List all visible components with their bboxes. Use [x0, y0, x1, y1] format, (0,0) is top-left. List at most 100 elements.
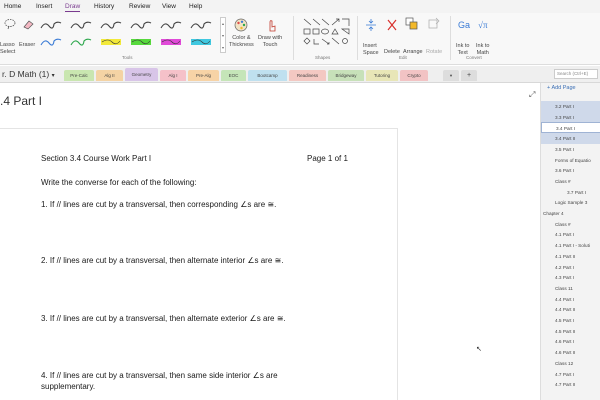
page-list-item[interactable]: Chapter 4 [541, 208, 600, 219]
section-tab-readiness[interactable]: Readiness [289, 70, 326, 81]
eraser-icon[interactable] [22, 18, 34, 30]
more-sections-chevron-icon[interactable]: ▾ [443, 70, 459, 81]
section-tab-bootcamp[interactable]: Bootcamp [248, 70, 287, 81]
doc-item-3: 3. If // lines are cut by a transversal,… [41, 314, 286, 323]
color-thickness-button[interactable]: Color & Thickness [229, 35, 254, 49]
pen-swatch[interactable] [130, 35, 152, 49]
page-list-pane: + Add Page 3.2 Part I 3.3 Part I 3.4 Part … [540, 83, 600, 400]
draw-with-touch-button[interactable]: Draw with Touch [258, 35, 282, 49]
ribbon-divider [357, 16, 358, 60]
insert-space-button[interactable]: Insert Space [363, 43, 379, 57]
section-tab-pre-alg[interactable]: Pre-Alg [188, 70, 219, 81]
ink-to-math-icon[interactable]: √π [477, 18, 491, 32]
pen-swatch[interactable] [70, 35, 92, 49]
page-list-item[interactable]: 3.6 Part I [541, 165, 600, 176]
section-tab-alg-i[interactable]: Alg I [160, 70, 186, 81]
doc-header-page: Page 1 of 1 [307, 154, 348, 163]
section-tab-pre-calc[interactable]: Pre-Calc [64, 70, 94, 81]
page-list-item[interactable]: 4.5 Part II [541, 326, 600, 337]
doc-instructions: Write the converse for each of the follo… [41, 178, 197, 187]
pen-swatch[interactable] [70, 18, 92, 32]
page-list-item[interactable]: Forms of Equatio [541, 155, 600, 166]
pen-swatch[interactable] [190, 18, 212, 32]
page-list-item[interactable]: 4.1 Part II [541, 251, 600, 262]
page-list-item[interactable]: 3.4 Part II [541, 133, 600, 145]
page-list-item[interactable]: 4.1 Part I [541, 229, 600, 240]
page-list-item[interactable]: 4.6 Part II [541, 347, 600, 358]
delete-button[interactable]: Delete [384, 49, 400, 56]
menu-draw[interactable]: Draw [65, 3, 81, 12]
pen-swatch[interactable] [100, 18, 122, 32]
doc-item-4: 4. If // lines are cut by a transversal,… [41, 371, 278, 380]
menu-insert[interactable]: Insert [36, 3, 52, 10]
page-list-item[interactable]: 4.7 Part I [541, 369, 600, 380]
mouse-cursor-icon: ↖ [476, 346, 482, 353]
ink-to-text-icon[interactable]: Ga [457, 18, 471, 32]
search-input[interactable]: Search (Ctrl+E) [554, 69, 598, 79]
ribbon-divider [293, 16, 294, 60]
page-list-item[interactable]: 4.7 Part II [541, 379, 600, 390]
page-list-item[interactable]: 4.3 Part I [541, 272, 600, 283]
menu-help[interactable]: Help [189, 3, 202, 10]
pen-swatch[interactable] [130, 18, 152, 32]
chevron-down-icon: ▾ [51, 73, 55, 79]
eraser-button[interactable]: Eraser [19, 42, 35, 49]
expand-icon[interactable]: ⤢ [529, 90, 535, 100]
section-tab-crypto[interactable]: Crypto [400, 70, 428, 81]
section-tab-eoc[interactable]: EOC [221, 70, 246, 81]
menu-home[interactable]: Home [4, 3, 21, 10]
page-list-item[interactable]: Class # [541, 176, 600, 187]
pen-icon [190, 21, 212, 29]
pen-swatch[interactable] [100, 35, 122, 49]
page-list-item[interactable]: 4.1 Part I - Soluti [541, 240, 600, 251]
page-list-item[interactable]: 3.7 Part I [541, 187, 600, 198]
page-list-item[interactable]: 4.6 Part I [541, 336, 600, 347]
page-list-item[interactable]: 3.2 Part I [541, 101, 600, 112]
rotate-icon[interactable] [427, 17, 441, 31]
delete-icon[interactable] [386, 18, 398, 32]
menu-history[interactable]: History [94, 3, 114, 10]
page-list-item[interactable]: Logic Sample 3 [541, 197, 600, 208]
page-list-item[interactable]: 3.3 Part I [541, 111, 600, 123]
pen-icon [160, 21, 182, 29]
add-section-button[interactable]: + [461, 70, 477, 81]
page-title[interactable]: .4 Part I [0, 94, 42, 108]
page-list-item[interactable]: Class 12 [541, 358, 600, 369]
page-list-item[interactable]: 4.5 Part I [541, 315, 600, 326]
rotate-button[interactable]: Rotate [426, 49, 442, 56]
pen-icon [40, 21, 62, 29]
section-tab-tutoring[interactable]: Tutoring [366, 70, 398, 81]
add-page-button[interactable]: + Add Page [547, 85, 576, 91]
plus-icon: + [547, 85, 551, 91]
pen-swatch[interactable] [160, 18, 182, 32]
pen-swatch[interactable] [40, 35, 62, 49]
page-list-item[interactable]: 4.2 Part I [541, 262, 600, 273]
group-shapes-label: Shapes [315, 55, 331, 60]
add-page-label: Add Page [551, 85, 576, 91]
section-tab-bridgeway[interactable]: Bridgeway [328, 70, 364, 81]
menu-view[interactable]: View [162, 3, 176, 10]
lasso-select-button[interactable]: Lasso Select [0, 42, 15, 56]
section-tab-geometry[interactable]: Geometry [125, 68, 158, 81]
page-list-item[interactable]: 3.4 Part I [541, 122, 600, 134]
notebook-name[interactable]: r. D Math (1) ▾ [2, 69, 55, 79]
page-list-item[interactable]: 4.4 Part II [541, 304, 600, 315]
palette-icon[interactable] [234, 18, 248, 32]
pen-gallery-scroll[interactable]: ▴ ▾ ▾ [220, 17, 226, 53]
pen-swatch[interactable] [160, 35, 182, 49]
page-list-item[interactable]: Class # [541, 219, 600, 230]
menu-review[interactable]: Review [129, 3, 150, 10]
page-list-item[interactable]: 3.5 Part I [541, 144, 600, 155]
draw-ribbon: Lasso Select Eraser ▴ ▾ ▾ Color & Thicknes… [0, 13, 600, 65]
pen-swatch[interactable] [40, 18, 62, 32]
lasso-icon[interactable] [4, 18, 16, 30]
draw-touch-icon[interactable] [265, 18, 277, 32]
page-list-item[interactable]: Class 11 [541, 283, 600, 294]
section-tab-alg-ii[interactable]: Alg II [96, 70, 123, 81]
insert-space-icon[interactable] [365, 18, 377, 32]
arrange-icon[interactable] [405, 17, 419, 31]
shapes-gallery-icon[interactable] [302, 17, 354, 49]
pen-swatch[interactable] [190, 35, 212, 49]
page-list-item[interactable]: 4.4 Part I [541, 294, 600, 305]
highlighter-icon [191, 39, 211, 45]
